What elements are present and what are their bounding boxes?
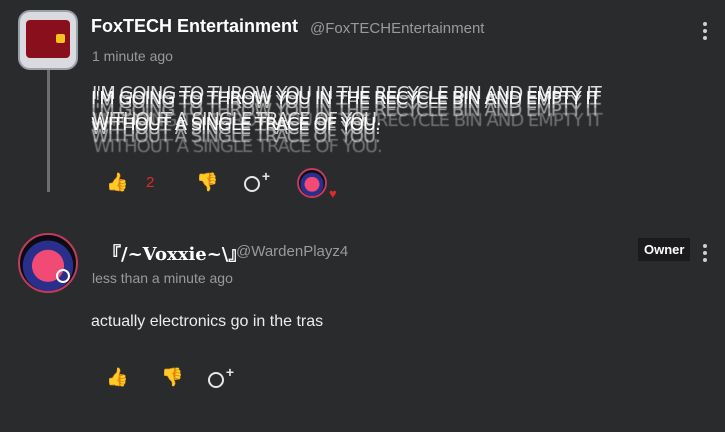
comment-text: actually electronics go in the tras [91, 313, 324, 330]
like-count: 2 [146, 174, 155, 191]
author-handle[interactable]: @FoxTECHEntertainment [310, 20, 484, 37]
thumbs-up-icon[interactable]: 👍 [106, 172, 128, 193]
author-name[interactable]: 『/~Voxxie~\』 [103, 240, 246, 266]
owner-badge: Owner [638, 238, 691, 261]
thumbs-down-icon[interactable]: 👎 [196, 172, 218, 193]
comment-timestamp: less than a minute ago [92, 270, 233, 286]
thumbs-down-icon[interactable]: 👎 [161, 367, 183, 388]
add-reaction-icon[interactable]: + [244, 168, 270, 192]
kebab-menu-icon[interactable] [703, 244, 707, 262]
avatar[interactable] [18, 10, 78, 70]
heart-icon: ♥ [329, 186, 337, 201]
avatar-image [26, 20, 70, 58]
thread-line [47, 62, 50, 192]
spiral-icon [56, 269, 70, 283]
add-reaction-icon[interactable]: + [208, 364, 234, 388]
thumbs-up-icon[interactable]: 👍 [106, 367, 128, 388]
avatar[interactable] [18, 233, 78, 293]
comment-timestamp: 1 minute ago [92, 48, 173, 64]
author-name[interactable]: FoxTECH Entertainment [91, 16, 298, 37]
comment-text: I'M GOING TO THROW YOU IN THE RECYCLE BI… [91, 88, 601, 135]
author-handle[interactable]: @WardenPlayz4 [236, 243, 348, 260]
kebab-menu-icon[interactable] [703, 22, 707, 40]
reaction-avatar[interactable] [297, 168, 327, 198]
